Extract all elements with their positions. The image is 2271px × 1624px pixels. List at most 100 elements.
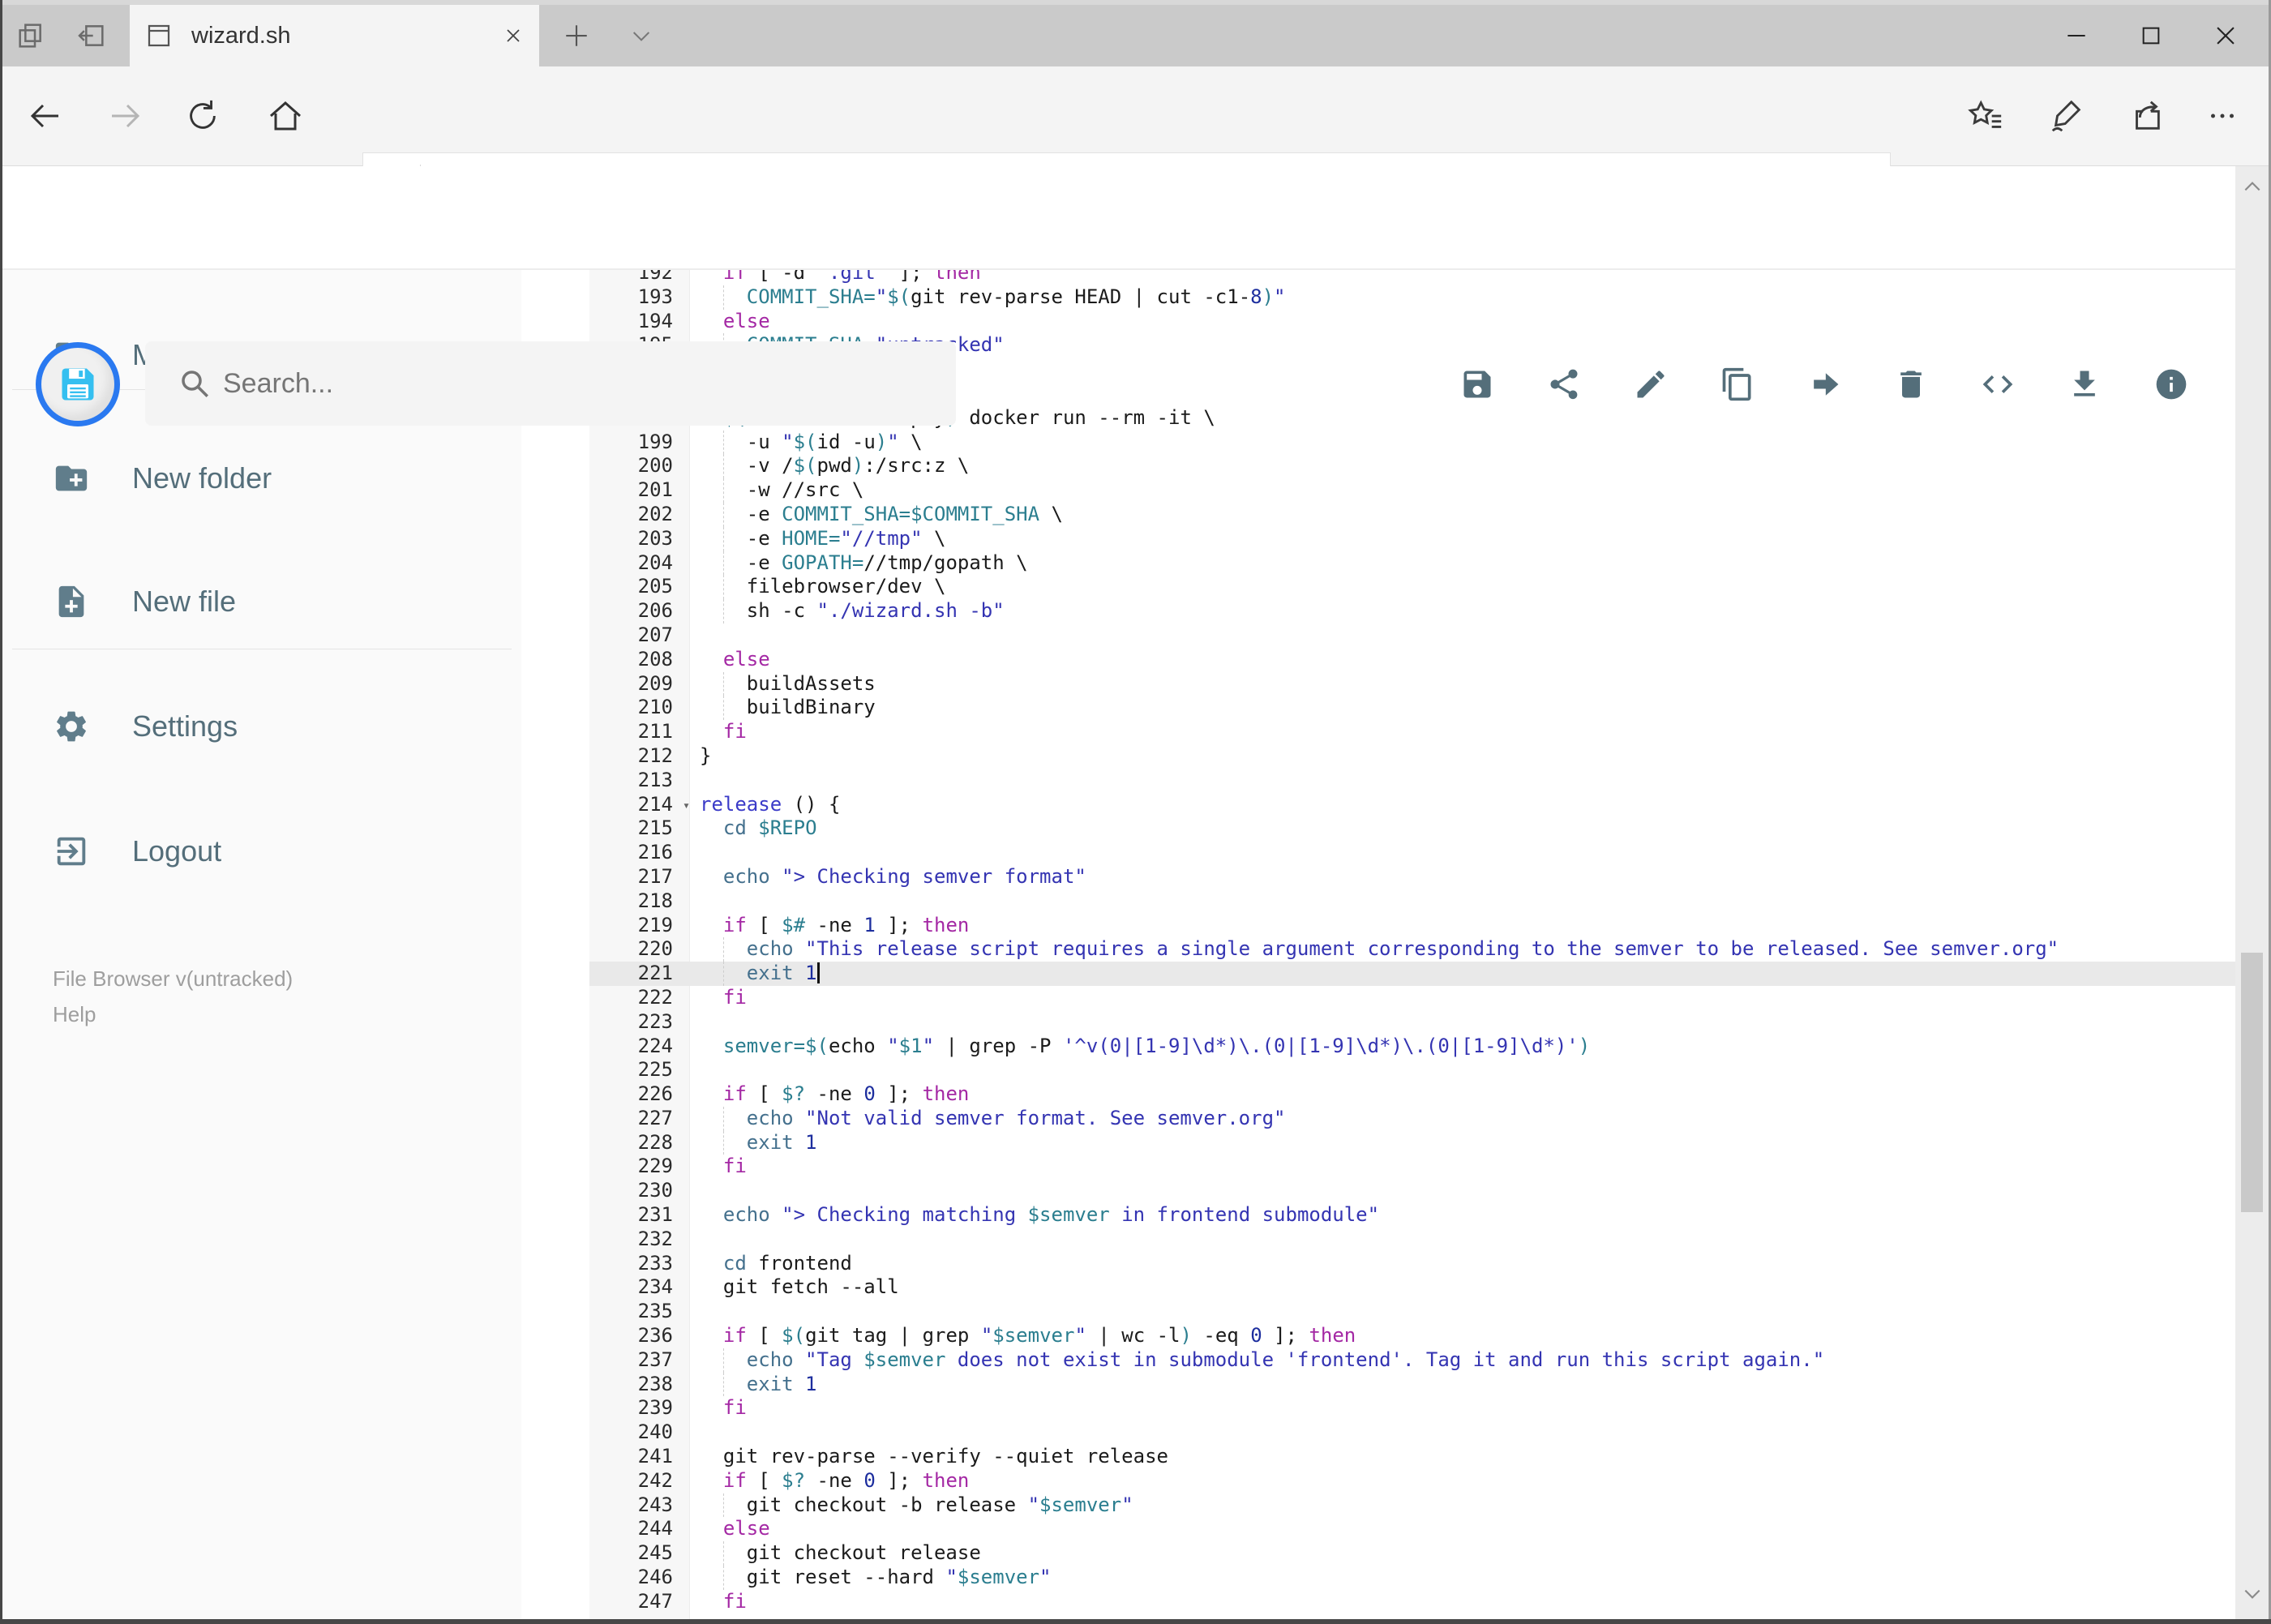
- share-page-button[interactable]: [2117, 87, 2175, 145]
- code-editor[interactable]: 192 if [ -d ".git" ]; then 193 COMMIT_SHA…: [521, 270, 2235, 1619]
- forward-button[interactable]: [96, 87, 154, 145]
- code-line[interactable]: 200 -v /$(pwd):/src:z \: [589, 454, 2235, 479]
- line-number: 221: [637, 962, 673, 985]
- back-button[interactable]: [16, 87, 75, 145]
- code-line[interactable]: 241 git rev-parse --verify --quiet relea…: [589, 1445, 2235, 1469]
- code-line[interactable]: 242 if [ $? -ne 0 ]; then: [589, 1469, 2235, 1493]
- tab-list-button[interactable]: [613, 5, 670, 66]
- code-line[interactable]: 215 cd $REPO: [589, 816, 2235, 841]
- home-button[interactable]: [256, 87, 315, 145]
- code-line[interactable]: 192 if [ -d ".git" ]; then: [589, 270, 2235, 285]
- code-line[interactable]: 201 -w //src \: [589, 478, 2235, 503]
- edit-button[interactable]: [1607, 332, 1694, 436]
- code-line[interactable]: 213: [589, 769, 2235, 793]
- web-note-button[interactable]: [2037, 87, 2096, 145]
- code-line[interactable]: 228 exit 1: [589, 1130, 2235, 1155]
- window-minimize-button[interactable]: [2039, 5, 2114, 66]
- vertical-scrollbar[interactable]: [2235, 166, 2269, 1619]
- code-line[interactable]: 226 if [ $? -ne 0 ]; then: [589, 1082, 2235, 1107]
- code-line[interactable]: 208 else: [589, 648, 2235, 672]
- code-line[interactable]: 227 echo "Not valid semver format. See s…: [589, 1106, 2235, 1131]
- code-line[interactable]: 236 if [ $(git tag | grep "$semver" | wc…: [589, 1324, 2235, 1348]
- code-line[interactable]: 212}: [589, 744, 2235, 769]
- code-line[interactable]: 219 if [ $# -ne 1 ]; then: [589, 914, 2235, 938]
- code-line[interactable]: 194 else: [589, 310, 2235, 334]
- code-line[interactable]: 232: [589, 1228, 2235, 1252]
- more-options-button[interactable]: [2193, 87, 2252, 145]
- move-button[interactable]: [1780, 332, 1867, 436]
- window-maximize-button[interactable]: [2114, 5, 2188, 66]
- code-line[interactable]: 229 fi: [589, 1155, 2235, 1179]
- code-line[interactable]: 217 echo "> Checking semver format": [589, 865, 2235, 889]
- refresh-button[interactable]: [174, 87, 232, 145]
- code-line[interactable]: 245 git checkout release: [589, 1541, 2235, 1566]
- code-line[interactable]: 193 COMMIT_SHA="$(git rev-parse HEAD | c…: [589, 285, 2235, 310]
- code-line[interactable]: 218: [589, 889, 2235, 914]
- code-text: filebrowser/dev \: [700, 575, 946, 600]
- save-button[interactable]: [1433, 332, 1520, 436]
- code-line[interactable]: 243 git checkout -b release "$semver": [589, 1493, 2235, 1518]
- sidebar-item-settings[interactable]: Settings: [2, 690, 521, 763]
- code-line[interactable]: 246 git reset --hard "$semver": [589, 1566, 2235, 1590]
- hub-button[interactable]: [1956, 87, 2015, 145]
- code-line[interactable]: 239 fi: [589, 1396, 2235, 1420]
- code-view-button[interactable]: [1954, 332, 2041, 436]
- code-line[interactable]: 205 filebrowser/dev \: [589, 575, 2235, 600]
- code-line[interactable]: 244 else: [589, 1517, 2235, 1541]
- code-line[interactable]: 209 buildAssets: [589, 671, 2235, 696]
- code-line[interactable]: 237 echo "Tag $semver does not exist in …: [589, 1348, 2235, 1373]
- code-line[interactable]: 230: [589, 1179, 2235, 1203]
- browser-tab[interactable]: wizard.sh: [130, 5, 539, 66]
- code-line[interactable]: 234 git fetch --all: [589, 1275, 2235, 1300]
- line-number: 246: [637, 1566, 673, 1589]
- indent-guide: [723, 1541, 724, 1566]
- code-line[interactable]: 225: [589, 1058, 2235, 1082]
- code-line[interactable]: 207: [589, 623, 2235, 648]
- delete-button[interactable]: [1867, 332, 1954, 436]
- app-logo[interactable]: [36, 342, 120, 426]
- scrollbar-thumb[interactable]: [2241, 953, 2263, 1212]
- sidebar-item-logout[interactable]: Logout: [2, 815, 521, 888]
- code-line[interactable]: 247 fi: [589, 1590, 2235, 1614]
- refresh-icon: [190, 100, 216, 129]
- code-line[interactable]: 231 echo "> Checking matching $semver in…: [589, 1203, 2235, 1228]
- code-line[interactable]: 210 buildBinary: [589, 696, 2235, 721]
- code-text: git rev-parse --verify --quiet release: [700, 1445, 1168, 1468]
- copy-button[interactable]: [1694, 332, 1780, 436]
- code-line[interactable]: 224 semver=$(echo "$1" | grep -P '^v(0|[…: [589, 1035, 2235, 1059]
- tab-close-icon[interactable]: [502, 24, 525, 47]
- code-line[interactable]: 235: [589, 1300, 2235, 1324]
- share-button[interactable]: [1520, 332, 1607, 436]
- code-line[interactable]: 238 exit 1: [589, 1372, 2235, 1397]
- code-line[interactable]: 240: [589, 1420, 2235, 1445]
- move-icon: [1806, 366, 1842, 402]
- code-line[interactable]: 206 sh -c "./wizard.sh -b": [589, 599, 2235, 623]
- code-line[interactable]: 221 exit 1: [589, 962, 2235, 986]
- line-number: 231: [637, 1203, 673, 1227]
- code-line[interactable]: 202 -e COMMIT_SHA=$COMMIT_SHA \: [589, 502, 2235, 527]
- download-button[interactable]: [2041, 332, 2127, 436]
- code-line[interactable]: 216: [589, 841, 2235, 865]
- code-line[interactable]: 203 -e HOME="//tmp" \: [589, 526, 2235, 551]
- code-line[interactable]: 223: [589, 1010, 2235, 1035]
- window-close-button[interactable]: [2188, 5, 2263, 66]
- code-line[interactable]: 233 cd frontend: [589, 1252, 2235, 1276]
- code-line[interactable]: 222 fi: [589, 986, 2235, 1010]
- scroll-up-arrow[interactable]: [2235, 173, 2269, 200]
- help-link[interactable]: Help: [53, 996, 293, 1032]
- new-tab-button[interactable]: [548, 5, 605, 66]
- code-line[interactable]: 211 fi: [589, 720, 2235, 744]
- sidebar-item-new-folder[interactable]: New folder: [2, 442, 521, 515]
- sidebar-item-new-file[interactable]: New file: [2, 565, 521, 638]
- tab-preview-button[interactable]: [0, 5, 61, 66]
- code-line[interactable]: 214 ▾ release () {: [589, 793, 2235, 817]
- code-line[interactable]: 204 -e GOPATH=//tmp/gopath \: [589, 551, 2235, 576]
- code-line[interactable]: 220 echo "This release script requires a…: [589, 937, 2235, 962]
- search-input[interactable]: Search...: [145, 341, 956, 426]
- info-button[interactable]: [2127, 332, 2214, 436]
- set-tabs-aside-button[interactable]: [61, 5, 122, 66]
- sidebar-item-label: New folder: [132, 461, 272, 495]
- scroll-down-arrow[interactable]: [2235, 1580, 2269, 1608]
